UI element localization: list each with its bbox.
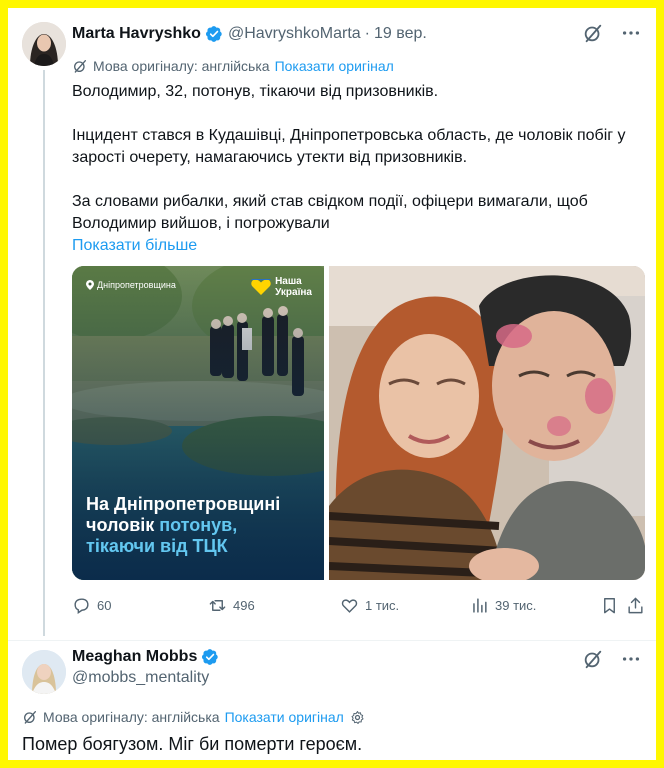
views-count: 39 тис.: [495, 598, 537, 613]
share-button[interactable]: [626, 596, 645, 615]
caption-line-3: тікаючи від ТЦК: [86, 536, 228, 556]
selfie-photo-illustration: [329, 266, 645, 580]
separator-dot: ·: [364, 25, 370, 42]
translation-note-text: Мова оригіналу: англійська: [43, 709, 220, 725]
caption-line-2-prefix: чоловік: [86, 515, 160, 535]
reply-count: 60: [97, 598, 112, 613]
brand-logo: Наша Україна: [251, 276, 312, 298]
tweet-paragraph: За словами рибалки, який став свідком по…: [72, 193, 588, 232]
location-label: Дніпропетровщина: [86, 280, 176, 290]
post-time[interactable]: 19 вер.: [374, 25, 427, 43]
show-original-link[interactable]: Показати оригінал: [275, 58, 394, 74]
tweet-paragraph: Володимир, 32, потонув, тікаючи від приз…: [72, 83, 439, 100]
tweet2-text: Помер боягузом. Міг би померти героєм.: [22, 734, 363, 754]
caption-line-2: чоловік потонув,: [86, 515, 316, 536]
tweet-header-actions: [582, 648, 642, 670]
bookmark-button[interactable]: [600, 596, 619, 615]
translation-note: Мова оригіналу: англійська Показати ориг…: [22, 709, 365, 725]
verified-badge-icon: [202, 649, 219, 665]
show-original-link[interactable]: Показати оригінал: [225, 709, 344, 725]
tweet2-author: Meaghan Mobbs: [72, 648, 219, 666]
location-pin-icon: [86, 280, 94, 290]
author-name[interactable]: Marta Havryshko: [72, 25, 201, 43]
media-image-selfie[interactable]: [329, 266, 645, 580]
caption-line-1: На Дніпропетровщині: [86, 494, 281, 514]
verified-badge-icon: [205, 26, 222, 42]
tweet-divider: [8, 640, 656, 641]
avatar[interactable]: [22, 22, 66, 66]
author-name[interactable]: Meaghan Mobbs: [72, 648, 197, 666]
caption-accent: потонув,: [159, 515, 238, 535]
translate-icon: [24, 711, 36, 724]
translation-note: Мова оригіналу: англійська Показати ориг…: [72, 58, 394, 74]
more-options-icon[interactable]: [620, 648, 642, 670]
tweet-header: Marta Havryshko @HavryshkoMarta · 19 вер…: [72, 23, 427, 45]
bookmark-icon: [604, 598, 615, 614]
views-button[interactable]: 39 тис.: [470, 596, 536, 615]
show-more-link[interactable]: Показати більше: [72, 235, 640, 257]
views-chart-icon: [473, 598, 487, 613]
repost-button[interactable]: 496: [208, 596, 255, 615]
grok-icon[interactable]: [582, 648, 604, 670]
author-handle[interactable]: @HavryshkoMarta: [228, 25, 361, 43]
tweet-paragraph: Інцидент стався в Кудашівці, Дніпропетро…: [72, 127, 626, 166]
repost-count: 496: [233, 598, 255, 613]
media-image-news[interactable]: Дніпропетровщина Наша Україна На Дніпроп…: [72, 266, 324, 580]
thread-line: [43, 70, 45, 636]
share-icon: [628, 597, 643, 614]
reply-icon: [74, 598, 89, 614]
like-button[interactable]: 1 тис.: [340, 596, 399, 615]
screenshot-frame: Marta Havryshko @HavryshkoMarta · 19 вер…: [8, 8, 656, 760]
heart-outline-icon: [341, 599, 358, 613]
tweet-actions: 60 496 1 тис. 39 тис.: [72, 596, 644, 620]
grok-icon[interactable]: [582, 22, 604, 44]
like-count: 1 тис.: [365, 598, 400, 613]
translation-note-text: Мова оригіналу: англійська: [93, 58, 270, 74]
media-caption: На Дніпропетровщині чоловік потонув, тік…: [86, 494, 316, 557]
reply-button[interactable]: 60: [72, 596, 111, 615]
location-text: Дніпропетровщина: [97, 280, 176, 290]
tweet-text: Володимир, 32, потонув, тікаючи від приз…: [72, 81, 640, 257]
brand-line-2: Україна: [275, 287, 312, 298]
translate-icon: [74, 60, 86, 73]
author-handle[interactable]: @mobbs_mentality: [72, 669, 209, 687]
tweet-header-actions: [582, 22, 642, 44]
brand-line-1: Наша: [275, 276, 302, 287]
heart-icon: [251, 279, 271, 295]
avatar[interactable]: [22, 650, 66, 694]
gear-icon[interactable]: [350, 710, 365, 725]
more-options-icon[interactable]: [620, 22, 642, 44]
repost-icon: [209, 600, 226, 611]
